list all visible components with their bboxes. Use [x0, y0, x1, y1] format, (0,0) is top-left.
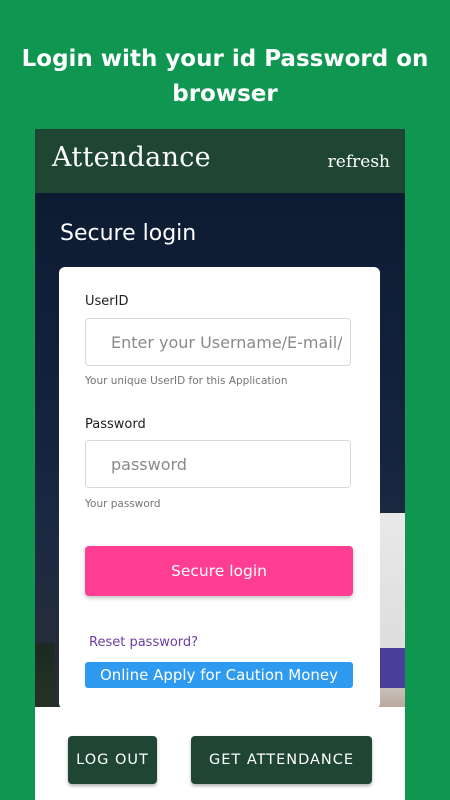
phone-screen: Attendance refresh Secure login UserID Y… — [35, 129, 405, 800]
login-card: UserID Your unique UserID for this Appli… — [59, 267, 380, 709]
app-bar: Attendance refresh — [35, 129, 405, 193]
logout-button[interactable]: LOG OUT — [68, 736, 157, 784]
app-title: Attendance — [52, 142, 211, 173]
background-banner — [377, 648, 405, 688]
get-attendance-button[interactable]: GET ATTENDANCE — [191, 736, 372, 784]
userid-label: UserID — [85, 294, 129, 309]
page-title: Secure login — [60, 221, 197, 246]
password-helper-text: Your password — [85, 498, 161, 510]
headline-line-2: browser — [172, 81, 278, 107]
promo-headline: Login with your id Password on browser — [0, 42, 450, 112]
secure-login-button[interactable]: Secure login — [85, 546, 353, 596]
password-label: Password — [85, 417, 146, 432]
refresh-button[interactable]: refresh — [328, 152, 390, 172]
headline-line-1: Login with your id Password on — [21, 46, 429, 72]
userid-field-container — [85, 318, 351, 366]
bottom-action-bar: LOG OUT GET ATTENDANCE — [35, 707, 405, 800]
userid-input[interactable] — [86, 319, 350, 365]
userid-helper-text: Your unique UserID for this Application — [85, 375, 288, 387]
password-field-container — [85, 440, 351, 488]
reset-password-link[interactable]: Reset password? — [89, 635, 198, 650]
caution-money-button[interactable]: Online Apply for Caution Money — [85, 662, 353, 688]
password-input[interactable] — [86, 441, 350, 487]
